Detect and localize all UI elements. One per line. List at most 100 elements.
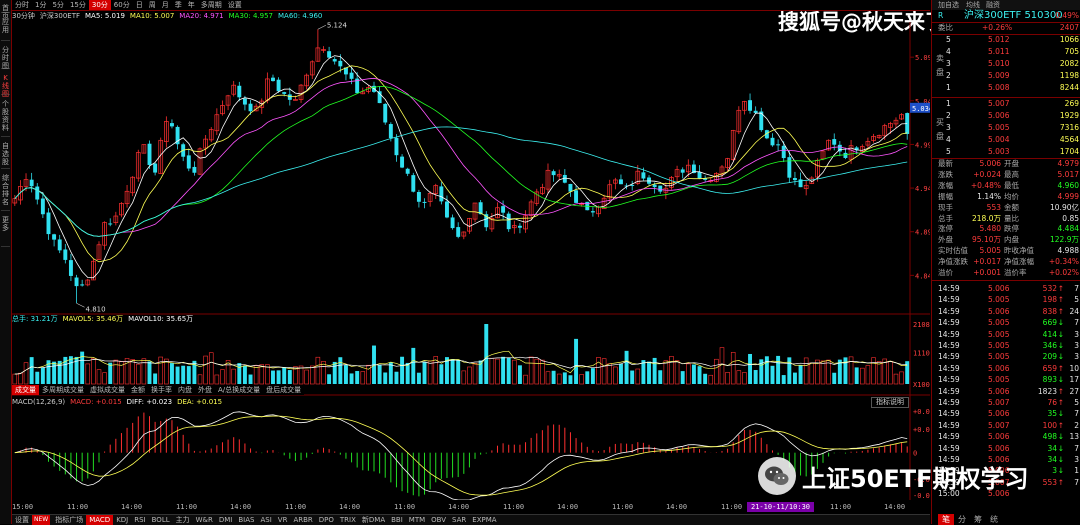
volume-bar xyxy=(276,370,281,384)
ask-volume: 2082 xyxy=(1059,59,1079,68)
candle-body xyxy=(781,145,786,159)
kline-chart[interactable]: 5.0925.0424.9924.9424.8924.8425.0345.124… xyxy=(12,22,930,500)
price-axis-label: 4.892 xyxy=(915,229,930,237)
side-nav-item-1[interactable]: 应用 xyxy=(1,18,10,41)
volume-tab-2[interactable]: 虚拟成交量 xyxy=(87,385,128,395)
tick-volume: 838 xyxy=(1042,306,1057,316)
volume-bar xyxy=(343,365,348,384)
side-nav-item-4[interactable]: 个股资料 xyxy=(1,100,10,137)
period-tab-0[interactable]: 分时 xyxy=(12,0,32,10)
tick-row: 14:59 5.007 100 2 ↑ xyxy=(932,421,1080,431)
stat-label: 开盘 xyxy=(1004,159,1019,168)
candle-body xyxy=(282,92,287,94)
volume-bar xyxy=(776,355,781,384)
period-tab-4[interactable]: 30分 xyxy=(88,0,111,10)
volume-bar xyxy=(52,361,57,384)
volume-tab-4[interactable]: 换手率 xyxy=(148,385,175,395)
volume-bar xyxy=(832,372,837,384)
tick-volume: 76 xyxy=(1047,398,1057,407)
margin-button[interactable]: 融资 xyxy=(986,0,1000,10)
volume-bar xyxy=(91,357,96,385)
period-tab-6[interactable]: 日 xyxy=(133,0,146,10)
period-tab-9[interactable]: 季 xyxy=(172,0,185,10)
volume-bar xyxy=(400,356,405,384)
ma-legend-item: MA10: 5.007 xyxy=(129,12,175,20)
tick-volume: 34 xyxy=(1047,455,1057,464)
volume-bar xyxy=(383,372,388,384)
stat-value: 4.484 xyxy=(1057,224,1079,234)
indicator-help-button[interactable]: 指标说明 xyxy=(871,397,909,408)
tick-count: 3 xyxy=(1074,455,1079,464)
candle-body xyxy=(770,137,775,146)
stat-value: 4.979 xyxy=(1057,159,1079,168)
volume-bar xyxy=(607,363,612,385)
candle-body xyxy=(501,206,506,213)
bid-price: 5.006 xyxy=(988,111,1010,120)
volume-bar xyxy=(674,360,680,385)
side-nav-item-2[interactable]: 分时图 xyxy=(1,46,10,70)
brand-overlay: 上证50ETF期权学习 xyxy=(758,456,1029,496)
side-nav-item-3[interactable]: K线图 xyxy=(1,74,10,98)
period-tab-5[interactable]: 60分 xyxy=(111,0,133,10)
candle-body xyxy=(52,234,57,240)
tick-volume: 34 xyxy=(1047,443,1057,453)
panel-tab-3[interactable]: 统 xyxy=(986,514,1002,525)
tick-row: 14:59 5.006 1823 27 ↑ xyxy=(932,387,1080,397)
side-nav-item-5[interactable]: 自选股 xyxy=(1,142,10,169)
panel-tab-1[interactable]: 分 xyxy=(954,514,970,525)
change-pct: 0.49% xyxy=(1055,11,1079,20)
volume-bar xyxy=(865,365,871,385)
volume-tab-6[interactable]: 外盘 xyxy=(195,385,215,395)
candle-body xyxy=(832,139,837,145)
volume-bar xyxy=(742,372,747,385)
ma-toggle-button[interactable]: 均线 xyxy=(966,0,980,10)
candle-body xyxy=(388,124,393,138)
stat-row: 实时估值 5.005 昨收净值 4.988 xyxy=(932,246,1080,256)
candle-body xyxy=(748,100,753,111)
volume-bar xyxy=(899,371,904,385)
volume-tab-8[interactable]: 盘后成交量 xyxy=(263,385,304,395)
period-tab-8[interactable]: 月 xyxy=(159,0,172,10)
volume-tab-3[interactable]: 金额 xyxy=(128,385,148,395)
period-tab-2[interactable]: 5分 xyxy=(49,0,66,10)
side-nav-item-6[interactable]: 综合排名 xyxy=(1,174,10,211)
period-tab-11[interactable]: 多周期 xyxy=(198,0,225,10)
volume-bar xyxy=(427,360,433,385)
candle-body xyxy=(439,186,444,202)
panel-tab-0[interactable]: 笔 xyxy=(938,514,954,525)
period-tab-10[interactable]: 年 xyxy=(185,0,198,10)
volume-bar xyxy=(556,373,562,385)
side-nav-item-7[interactable]: 更多 xyxy=(1,216,10,247)
period-tab-12[interactable]: 设置 xyxy=(225,0,245,10)
volume-tab-7[interactable]: A/总换成交量 xyxy=(215,385,263,395)
volume-sub-tabs: 成交量 多周期成交量 虚拟成交量 金额 换手率 内盘 外盘 A/总换成交量 盘后成交量 xyxy=(12,385,305,395)
period-tab-3[interactable]: 15分 xyxy=(67,0,89,10)
volume-tab-0[interactable]: 成交量 xyxy=(12,385,39,395)
macd-axis-label: +0.034 xyxy=(913,408,930,416)
add-watchlist-button[interactable]: 加自选 xyxy=(938,0,959,10)
tick-time: 14:59 xyxy=(938,386,960,396)
period-tab-7[interactable]: 周 xyxy=(146,0,159,10)
volume-bar xyxy=(377,364,382,384)
volume-axis-label: X1000 xyxy=(913,381,930,389)
tick-volume: 414 xyxy=(1042,329,1057,339)
arrow-up-icon: ↑ xyxy=(1057,363,1064,373)
stat-value: 553 xyxy=(986,202,1001,212)
volume-bar xyxy=(568,375,573,384)
stat-label: 净值涨幅 xyxy=(1004,257,1034,267)
volume-bar xyxy=(703,373,708,384)
volume-bar xyxy=(579,374,584,385)
panel-tab-2[interactable]: 筹 xyxy=(970,514,986,525)
volume-tab-5[interactable]: 内盘 xyxy=(175,385,195,395)
time-tick: 11:00 xyxy=(503,503,525,511)
tick-volume: 659 xyxy=(1042,363,1057,373)
volume-tab-1[interactable]: 多周期成交量 xyxy=(39,385,87,395)
volume-bar xyxy=(467,366,472,385)
side-nav-item-0[interactable]: 首页 xyxy=(1,4,10,20)
candle-body xyxy=(108,223,113,225)
candle-body xyxy=(618,179,623,185)
ask-level: 1 xyxy=(946,83,951,92)
stat-value: 218.0万 xyxy=(972,213,1001,223)
period-tab-1[interactable]: 1分 xyxy=(32,0,49,10)
volume-bar xyxy=(40,367,45,384)
